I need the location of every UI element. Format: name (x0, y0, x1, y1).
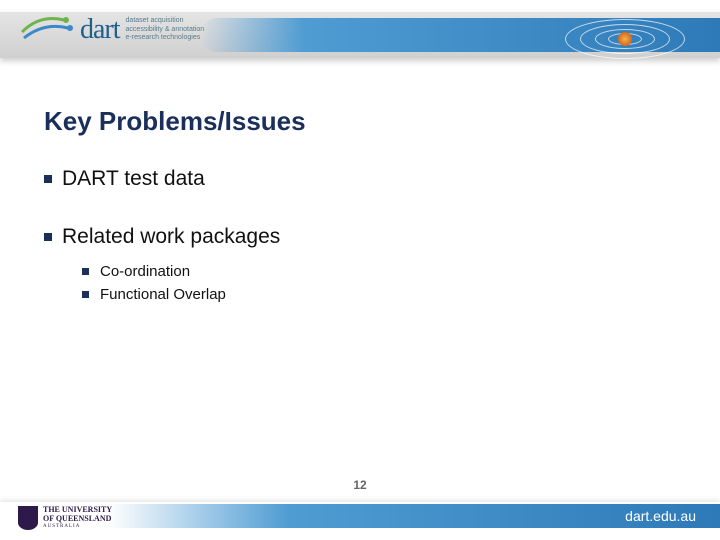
sub-bullet-list: Co-ordination Functional Overlap (62, 263, 676, 303)
tagline-l2: accessibility & annotation (126, 26, 205, 34)
tagline-l3: e-research technologies (126, 34, 205, 42)
bullet-text: Related work packages (62, 225, 280, 248)
uq-text: THE UNIVERSITY OF QUEENSLAND AUSTRALIA (43, 506, 112, 529)
footer-url: dart.edu.au (625, 508, 696, 524)
dart-logo-tagline: dataset acquisition accessibility & anno… (126, 17, 205, 42)
slide-footer: THE UNIVERSITY OF QUEENSLAND AUSTRALIA d… (0, 502, 720, 540)
uq-line3: AUSTRALIA (43, 524, 112, 530)
uq-logo: THE UNIVERSITY OF QUEENSLAND AUSTRALIA (18, 506, 112, 530)
sub-bullet-text: Functional Overlap (100, 286, 226, 303)
sub-bullet-text: Co-ordination (100, 263, 190, 280)
list-item: Co-ordination (82, 263, 676, 280)
uq-crest-icon (18, 506, 38, 530)
dart-logo-icon (18, 10, 74, 50)
slide-title: Key Problems/Issues (44, 106, 676, 137)
dart-logo: dart dataset acquisition accessibility &… (18, 10, 204, 50)
list-item: Related work packages Co-ordination Func… (44, 225, 676, 303)
dart-logo-text: dart (80, 14, 120, 46)
list-item: Functional Overlap (82, 286, 676, 303)
slide-content: Key Problems/Issues DART test data Relat… (0, 78, 720, 303)
bullet-text: DART test data (62, 167, 205, 190)
slide-header: dart dataset acquisition accessibility &… (0, 0, 720, 78)
uq-line2: OF QUEENSLAND (43, 515, 112, 524)
bullet-list: DART test data Related work packages Co-… (44, 167, 676, 303)
tagline-l1: dataset acquisition (126, 17, 205, 25)
page-number: 12 (353, 478, 366, 492)
list-item: DART test data (44, 167, 676, 191)
